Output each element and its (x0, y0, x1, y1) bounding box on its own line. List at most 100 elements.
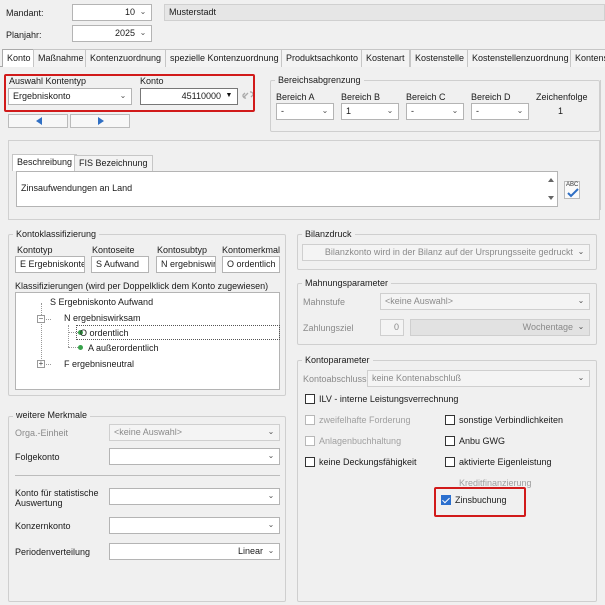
beschreibung-textarea[interactable]: Zinsaufwendungen an Land (16, 171, 558, 207)
statkonto-label: Konto für statistische Auswertung (15, 488, 99, 508)
kontosubtyp-field: N ergebniswir (156, 256, 216, 273)
zweifelhaft-label: zweifelhafte Forderung (319, 415, 411, 425)
bereich-a-label: Bereich A (276, 92, 315, 102)
tab-label: Beschreibung (17, 157, 73, 167)
tab-label: Kostenstelle (415, 53, 465, 63)
chevron-down-icon: ⌄ (321, 106, 329, 115)
chevron-down-icon: ⌄ (577, 247, 585, 256)
tab-kostenart[interactable]: Kostenart (361, 49, 410, 67)
classification-tree[interactable]: S Ergebniskonto Aufwand − N ergebniswirk… (15, 292, 280, 390)
scrollbar[interactable] (547, 174, 555, 204)
orga-value: <keine Auswahl> (114, 427, 183, 437)
mandant-value: 10 (124, 7, 135, 17)
tab-spezielle-kontenzuordnung[interactable]: spezielle Kontenzuordnung (165, 49, 284, 67)
anlagen-checkbox[interactable] (305, 436, 315, 446)
orga-label: Orga.-Einheit (15, 428, 69, 438)
tab-kontens[interactable]: Kontens (570, 49, 605, 67)
tree-node-root[interactable]: S Ergebniskonto Aufwand (50, 297, 153, 307)
expand-icon[interactable]: + (37, 360, 45, 368)
wochentage-select[interactable]: Wochentage ⌄ (410, 319, 590, 336)
kontomerkmal-value: O ordentlich (227, 259, 276, 269)
tab-label: Produktsachkonto (286, 53, 359, 63)
aktivierte-label: aktivierte Eigenleistung (459, 457, 552, 467)
kontosubtyp-value: N ergebniswir (161, 259, 216, 269)
chevron-down-icon: ⌄ (267, 491, 275, 500)
chevron-down-icon: ⌄ (451, 106, 459, 115)
chevron-down-icon: ⌄ (139, 28, 147, 37)
tree-connector (68, 347, 78, 348)
konzernkonto-select[interactable]: ⌄ (109, 517, 280, 534)
tree-node-ordentlich[interactable]: O ordentlich (80, 328, 129, 338)
mandant-select[interactable]: 10 ⌄ (72, 4, 152, 21)
tree-node-ausserordentlich[interactable]: A außerordentlich (88, 343, 159, 353)
tree-node-ergebnisneutral[interactable]: F ergebnisneutral (64, 359, 134, 369)
perioden-select[interactable]: Linear ⌄ (109, 543, 280, 560)
tree-label: Klassifizierungen (wird per Doppelklick … (15, 281, 269, 291)
kontotyp-header: Kontotyp (17, 245, 53, 255)
divider (15, 475, 280, 476)
aktivierte-checkbox[interactable] (445, 457, 455, 467)
chevron-down-icon: ⌄ (267, 520, 275, 529)
sonstige-label: sonstige Verbindlichkeiten (459, 415, 564, 425)
tab-label: Kostenstellenzuordnung (472, 53, 569, 63)
kontoabschluss-select[interactable]: keine Kontenabschluß ⌄ (367, 370, 590, 387)
chevron-down-icon: ⌄ (267, 546, 275, 555)
kontoabschluss-label: Kontoabschluss (303, 374, 367, 384)
bilanzdruck-title: Bilanzdruck (302, 229, 355, 239)
tree-node-ergebniswirksam[interactable]: N ergebniswirksam (64, 313, 141, 323)
tab-konto[interactable]: Konto (2, 49, 36, 68)
tab-kontenzuordnung[interactable]: Kontenzuordnung (85, 49, 167, 67)
wochentage-value: Wochentage (522, 322, 573, 332)
anbu-label: Anbu GWG (459, 436, 506, 446)
tab-beschreibung[interactable]: Beschreibung (12, 154, 78, 171)
chevron-down-icon: ⌄ (577, 322, 585, 331)
sonstige-checkbox[interactable] (445, 415, 455, 425)
bereich-c-select[interactable]: - ⌄ (406, 103, 464, 120)
tab-kostenstellenzuordnung[interactable]: Kostenstellenzuordnung (467, 49, 574, 67)
bilanzdruck-select[interactable]: Bilanzkonto wird in der Bilanz auf der U… (302, 244, 590, 261)
highlight-zinsbuchung (434, 487, 526, 517)
planjahr-select[interactable]: 2025 ⌄ (72, 25, 152, 42)
zeichenfolge-label: Zeichenfolge (536, 92, 588, 102)
mahnung-title: Mahnungsparameter (302, 278, 392, 288)
highlight-kontentyp (4, 74, 255, 112)
tab-massnahme[interactable]: Maßnahme (33, 49, 89, 67)
bereich-title: Bereichsabgrenzung (275, 75, 364, 85)
bereich-b-label: Bereich B (341, 92, 381, 102)
tab-label: spezielle Kontenzuordnung (170, 53, 279, 63)
anlagen-label: Anlagenbuchhaltung (319, 436, 402, 446)
bereich-d-select[interactable]: - ⌄ (471, 103, 529, 120)
collapse-icon[interactable]: − (37, 315, 45, 323)
spellcheck-button[interactable]: ABC (564, 181, 580, 199)
prev-button[interactable] (8, 114, 68, 128)
mandant-name: Musterstadt (169, 7, 217, 17)
statkonto-select[interactable]: ⌄ (109, 488, 280, 505)
tab-kostenstelle[interactable]: Kostenstelle (410, 49, 470, 67)
zeichenfolge-value: 1 (558, 106, 564, 116)
chevron-down-icon: ⌄ (577, 296, 585, 305)
ilv-checkbox[interactable] (305, 394, 315, 404)
zahlungsziel-input[interactable]: 0 (380, 319, 404, 336)
orga-select[interactable]: <keine Auswahl> ⌄ (109, 424, 280, 441)
folgekonto-select[interactable]: ⌄ (109, 448, 280, 465)
anbu-checkbox[interactable] (445, 436, 455, 446)
tab-label: FIS Bezeichnung (79, 158, 148, 168)
bereich-a-select[interactable]: - ⌄ (276, 103, 334, 120)
mahnstufe-select[interactable]: <keine Auswahl> ⌄ (380, 293, 590, 310)
next-button[interactable] (70, 114, 130, 128)
zweifelhaft-checkbox[interactable] (305, 415, 315, 425)
mandant-label: Mandant: (6, 8, 44, 18)
bereich-b-value: 1 (346, 106, 352, 116)
checkmark-icon (567, 188, 579, 198)
beschreibung-text: Zinsaufwendungen an Land (21, 183, 133, 193)
bereich-d-value: - (476, 106, 479, 116)
chevron-down-icon: ⌄ (516, 106, 524, 115)
tab-fis-bezeichnung[interactable]: FIS Bezeichnung (74, 155, 153, 172)
bereich-b-select[interactable]: 1 ⌄ (341, 103, 399, 120)
bereich-a-value: - (281, 106, 284, 116)
deckung-checkbox[interactable] (305, 457, 315, 467)
tab-produktsachkonto[interactable]: Produktsachkonto (281, 49, 364, 67)
planjahr-label: Planjahr: (6, 30, 42, 40)
folgekonto-label: Folgekonto (15, 452, 60, 462)
bereich-d-label: Bereich D (471, 92, 511, 102)
